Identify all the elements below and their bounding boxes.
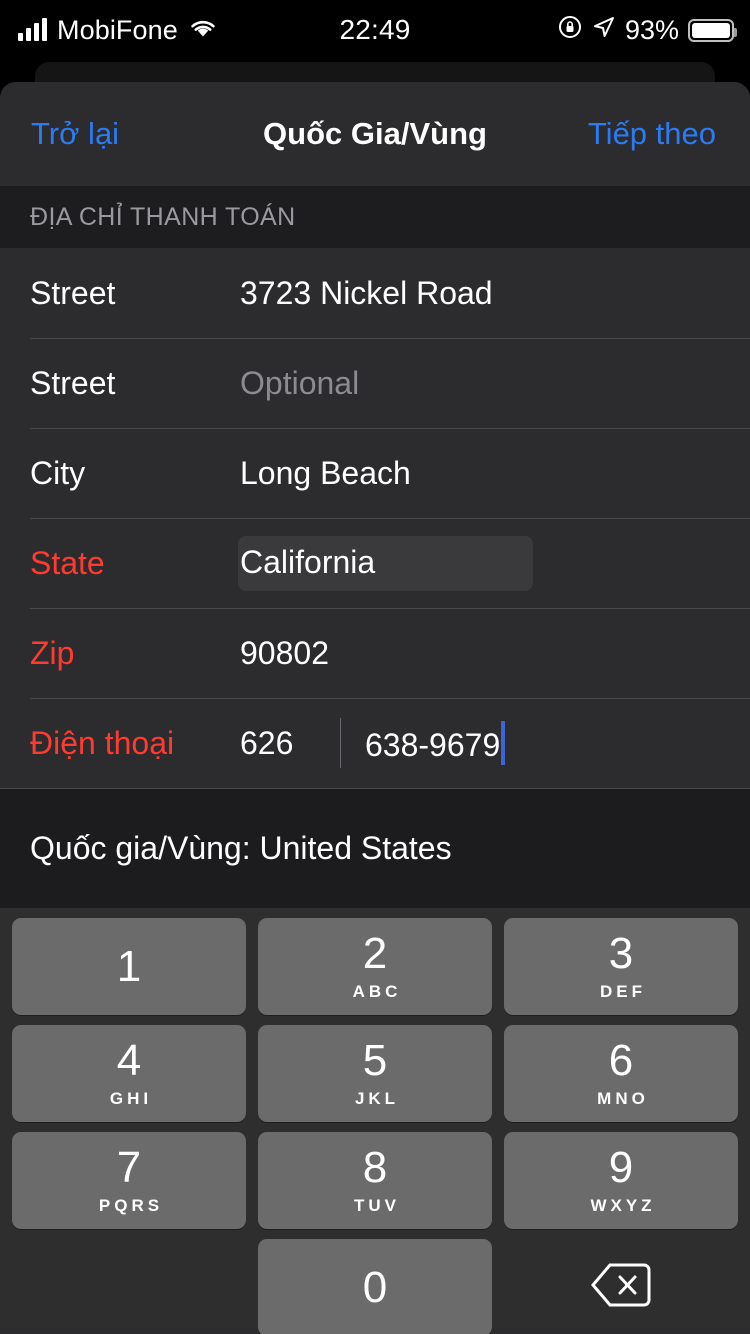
keypad-row-2: 4 GHI 5 JKL 6 MNO <box>12 1025 738 1122</box>
key-3[interactable]: 3 DEF <box>504 918 738 1015</box>
key-2-letters: ABC <box>352 981 402 1001</box>
field-label-state: State <box>30 544 105 581</box>
country-region-row[interactable]: Quốc gia/Vùng: United States <box>0 788 750 908</box>
phone-screen: MobiFone 22:49 93% Trở lại Quốc Gia/Vùng… <box>0 0 750 1334</box>
key-4[interactable]: 4 GHI <box>12 1025 246 1122</box>
rotation-lock-icon <box>557 14 583 47</box>
key-4-digit: 4 <box>116 1035 142 1085</box>
key-5-letters: JKL <box>354 1088 400 1108</box>
keypad-row-1: 1 2 ABC 3 DEF <box>12 918 738 1015</box>
country-region-label: Quốc gia/Vùng: United States <box>30 830 452 866</box>
phone-area-code-input[interactable]: 626 <box>240 725 340 762</box>
battery-percent-label: 93% <box>624 14 679 45</box>
key-8-letters: TUV <box>354 1195 400 1215</box>
key-4-letters: GHI <box>109 1088 153 1108</box>
modal-sheet: Trở lại Quốc Gia/Vùng Tiếp theo ĐỊA CHỈ … <box>0 82 750 1334</box>
key-8[interactable]: 8 TUV <box>258 1132 492 1229</box>
phone-number-text: 638-9679 <box>365 727 501 763</box>
form-row-street-1[interactable]: Street 3723 Nickel Road <box>0 248 750 338</box>
field-value-zip[interactable]: 90802 <box>240 635 329 672</box>
battery-icon <box>688 18 737 42</box>
key-6-letters: MNO <box>597 1088 649 1108</box>
form-row-state[interactable]: State California <box>0 518 750 608</box>
field-value-city[interactable]: Long Beach <box>240 455 411 492</box>
key-7[interactable]: 7 PQRS <box>12 1132 246 1229</box>
keypad-row-4: 0 <box>12 1239 738 1334</box>
form-row-phone[interactable]: Điện thoại 626 638-9679 <box>0 698 750 788</box>
location-arrow-icon <box>592 15 616 46</box>
key-0[interactable]: 0 <box>258 1239 492 1334</box>
keypad-row-3: 7 PQRS 8 TUV 9 WXYZ <box>12 1132 738 1229</box>
key-1-digit: 1 <box>116 941 142 991</box>
key-spacer-left <box>12 1239 246 1334</box>
key-1[interactable]: 1 <box>12 918 246 1015</box>
key-6-digit: 6 <box>608 1035 634 1085</box>
field-label-city: City <box>30 454 86 491</box>
key-7-letters: PQRS <box>98 1195 164 1215</box>
field-label-zip: Zip <box>30 634 75 671</box>
numeric-keypad: 1 2 ABC 3 DEF 4 GHI 5 JKL 6 MNO 7 PQRS 8… <box>0 908 750 1334</box>
key-3-letters: DEF <box>600 981 646 1001</box>
status-bar-right: 93% <box>557 0 737 60</box>
field-label-phone: Điện thoại <box>30 724 175 761</box>
key-7-digit: 7 <box>116 1142 142 1192</box>
field-value-street-2[interactable]: Optional <box>240 365 359 402</box>
form-row-city[interactable]: City Long Beach <box>0 428 750 518</box>
next-button[interactable]: Tiếp theo <box>588 82 716 186</box>
delete-backspace-icon <box>590 1262 652 1313</box>
phone-number-input[interactable]: 638-9679 <box>365 721 506 765</box>
key-delete[interactable] <box>504 1239 738 1334</box>
key-2[interactable]: 2 ABC <box>258 918 492 1015</box>
field-label-street-1: Street <box>30 274 116 311</box>
key-2-digit: 2 <box>362 928 388 978</box>
field-label-street-2: Street <box>30 364 116 401</box>
key-3-digit: 3 <box>608 928 634 978</box>
status-bar: MobiFone 22:49 93% <box>0 0 750 60</box>
phone-divider <box>340 718 341 768</box>
key-9-digit: 9 <box>608 1142 634 1192</box>
key-6[interactable]: 6 MNO <box>504 1025 738 1122</box>
key-5-digit: 5 <box>362 1035 388 1085</box>
field-value-street-1[interactable]: 3723 Nickel Road <box>240 275 493 312</box>
text-caret <box>501 721 506 765</box>
form-row-zip[interactable]: Zip 90802 <box>0 608 750 698</box>
form-row-street-2[interactable]: Street Optional <box>0 338 750 428</box>
field-value-state[interactable]: California <box>238 535 533 591</box>
navigation-bar: Trở lại Quốc Gia/Vùng Tiếp theo <box>0 82 750 186</box>
billing-address-form: Street 3723 Nickel Road Street Optional … <box>0 248 750 788</box>
phone-input-group[interactable]: 626 638-9679 <box>240 718 506 768</box>
key-9[interactable]: 9 WXYZ <box>504 1132 738 1229</box>
section-header-billing-address: ĐỊA CHỈ THANH TOÁN <box>0 186 750 248</box>
key-9-letters: WXYZ <box>590 1195 656 1215</box>
key-5[interactable]: 5 JKL <box>258 1025 492 1122</box>
key-8-digit: 8 <box>362 1142 388 1192</box>
key-0-digit: 0 <box>362 1262 388 1312</box>
